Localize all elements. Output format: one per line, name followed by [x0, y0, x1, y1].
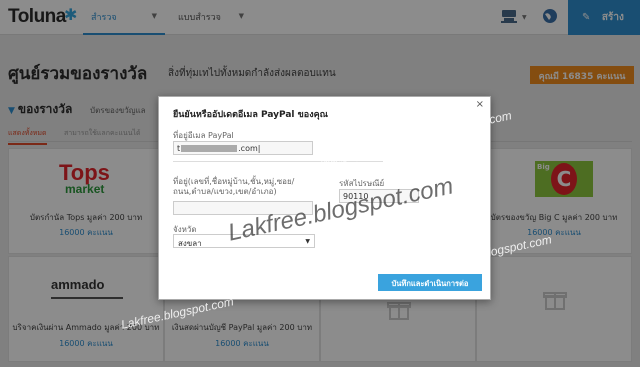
- redacted-block: [181, 145, 238, 152]
- chevron-down-icon: ▼: [305, 238, 310, 245]
- province-value: สงขลา: [178, 239, 202, 248]
- email-suffix: .com|: [238, 144, 261, 153]
- email-field[interactable]: t .com|: [173, 141, 313, 155]
- save-continue-button[interactable]: บันทึกและดำเนินการต่อ: [378, 274, 482, 291]
- close-icon[interactable]: ×: [476, 99, 484, 110]
- address-label: ที่อยู่(เลขที่,ชื่อหมู่บ้าน,ชั้น,หมู่,ซอ…: [173, 177, 295, 196]
- modal-title: ยืนยันหรืออัปเดตอีเมล PayPal ของคุณ: [173, 110, 328, 120]
- email-prefix: t: [177, 144, 181, 153]
